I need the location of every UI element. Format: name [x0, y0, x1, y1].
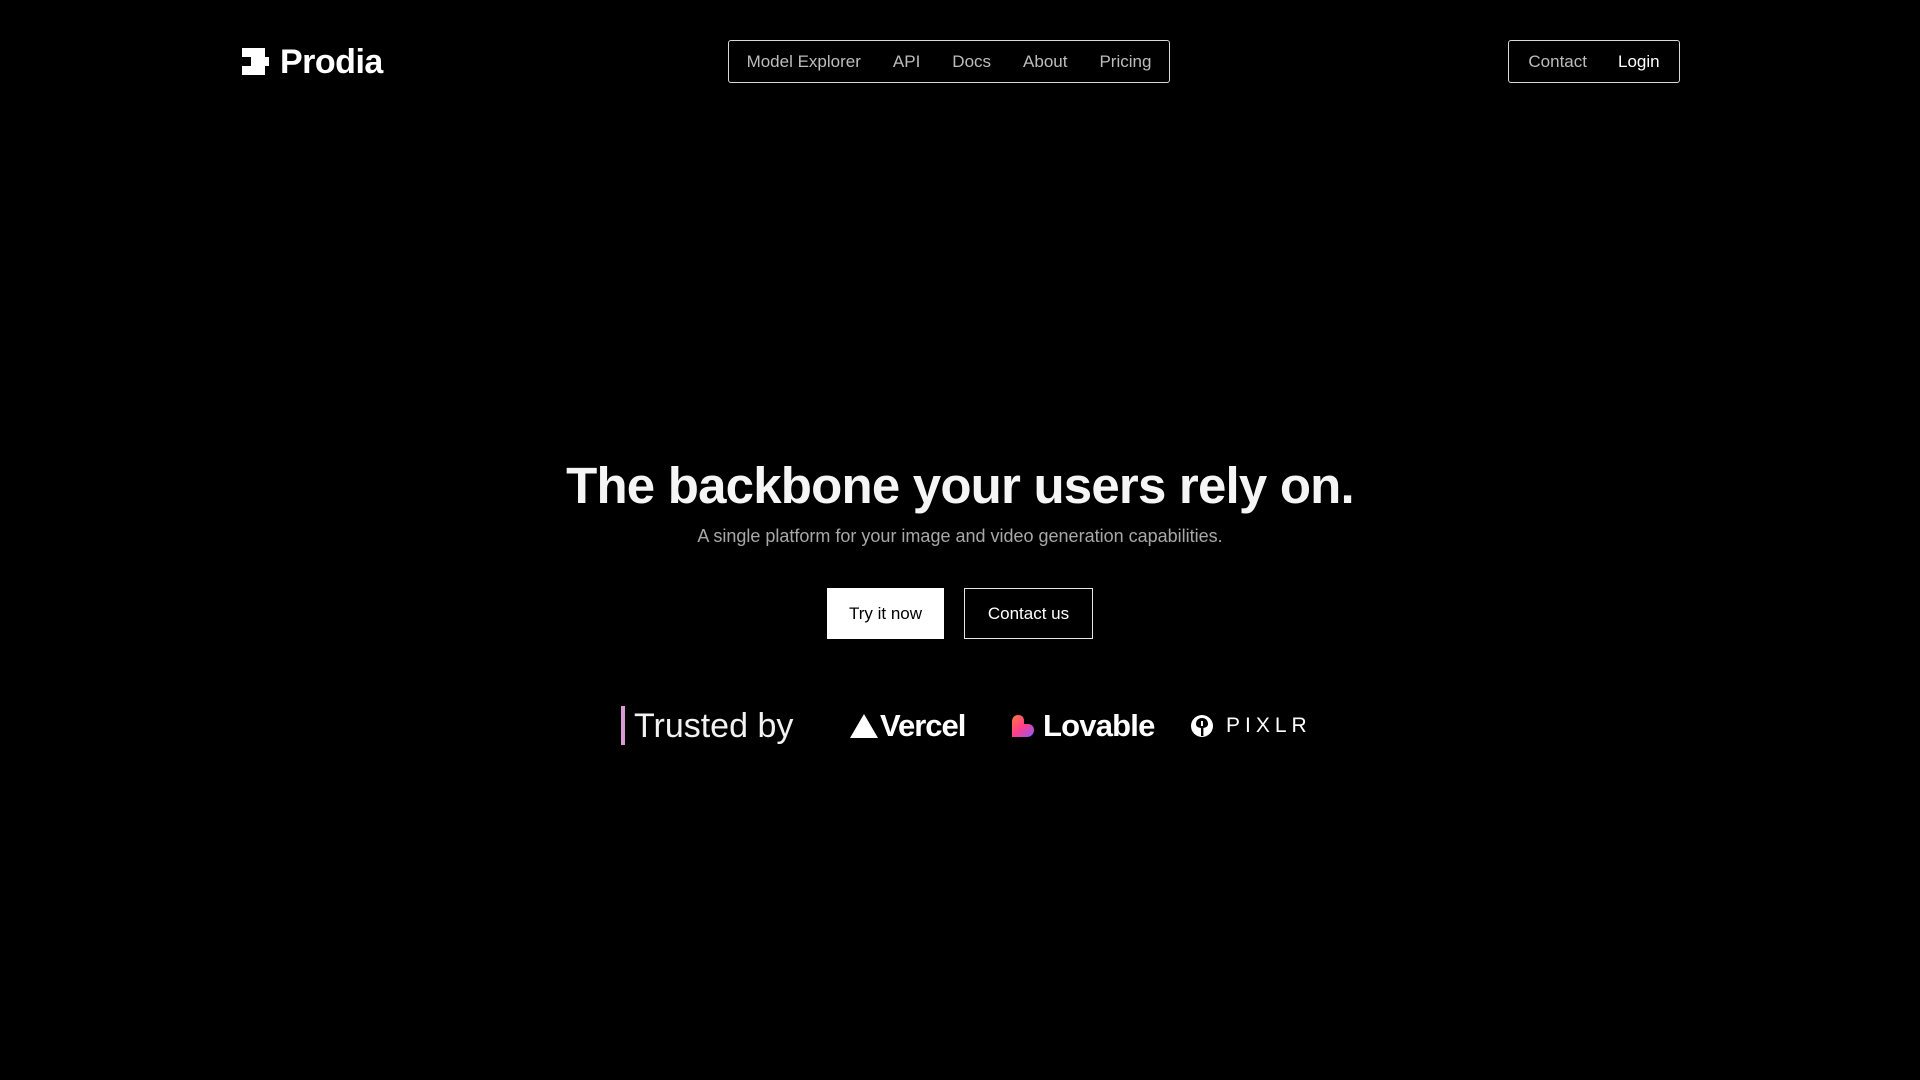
- trusted-by-label: Trusted by: [634, 707, 794, 745]
- nav-item-api[interactable]: API: [893, 52, 920, 72]
- trusted-accent-bar: [621, 706, 625, 745]
- vercel-triangle-icon: [850, 714, 878, 738]
- lovable-logo: Lovable: [1011, 708, 1155, 744]
- contact-link[interactable]: Contact: [1528, 52, 1587, 72]
- main-nav: Model Explorer API Docs About Pricing: [728, 40, 1170, 83]
- vercel-logo: Vercel: [850, 708, 966, 744]
- pixlr-icon: [1191, 715, 1213, 737]
- hero-subtitle: A single platform for your image and vid…: [697, 526, 1223, 546]
- lovable-wordmark: Lovable: [1043, 708, 1155, 743]
- try-it-now-button[interactable]: Try it now: [827, 588, 944, 639]
- login-link[interactable]: Login: [1618, 52, 1660, 72]
- nav-item-about[interactable]: About: [1023, 52, 1067, 72]
- hero-title: The backbone your users rely on.: [566, 457, 1355, 514]
- nav-item-docs[interactable]: Docs: [952, 52, 991, 72]
- pixlr-logo: PIXLR: [1190, 708, 1312, 744]
- auth-nav: Contact Login: [1508, 40, 1680, 83]
- vercel-wordmark: Vercel: [880, 708, 966, 743]
- brand-name: Prodia: [280, 42, 383, 81]
- lovable-heart-icon: [1012, 715, 1034, 737]
- nav-item-model-explorer[interactable]: Model Explorer: [747, 52, 861, 72]
- nav-item-pricing[interactable]: Pricing: [1099, 52, 1151, 72]
- contact-us-button[interactable]: Contact us: [964, 588, 1093, 639]
- prodia-logo-icon: [242, 48, 269, 75]
- logo-link[interactable]: Prodia: [242, 40, 383, 84]
- page: Prodia Model Explorer API Docs About Pri…: [0, 0, 1920, 1080]
- pixlr-wordmark: PIXLR: [1226, 714, 1312, 737]
